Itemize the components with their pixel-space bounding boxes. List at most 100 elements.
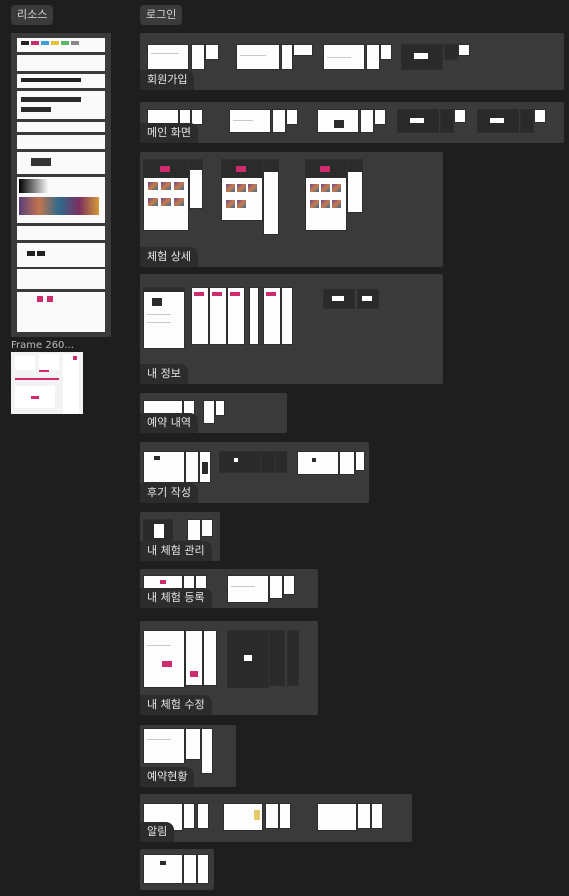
screen-thumbnail[interactable] [228, 288, 244, 344]
screen-thumbnail[interactable] [192, 288, 208, 344]
screen-thumbnail[interactable] [144, 452, 184, 482]
screen-thumbnail[interactable] [144, 855, 182, 883]
screen-thumbnail[interactable] [148, 45, 188, 69]
section-my-experience-manage[interactable]: 내 체험 관리 [140, 512, 220, 561]
section-title[interactable]: 회원가입 [140, 70, 195, 90]
screen-thumbnail[interactable] [324, 290, 354, 308]
screen-thumbnail[interactable] [287, 110, 297, 124]
screen-thumbnail[interactable] [264, 160, 278, 234]
screen-thumbnail[interactable] [459, 45, 469, 55]
screen-thumbnail[interactable] [216, 401, 224, 415]
screen-thumbnail[interactable] [204, 401, 214, 423]
screen-thumbnail[interactable] [186, 452, 198, 482]
screen-thumbnail[interactable] [186, 631, 202, 685]
screen-thumbnail[interactable] [381, 45, 391, 59]
screen-thumbnail[interactable] [222, 160, 262, 220]
screen-thumbnail[interactable] [144, 631, 184, 687]
screen-thumbnail[interactable] [198, 855, 208, 883]
screen-thumbnail[interactable] [361, 110, 373, 132]
screen-thumbnail[interactable] [228, 576, 268, 602]
screen-thumbnail[interactable] [228, 631, 268, 687]
screen-thumbnail[interactable] [184, 855, 196, 883]
screen-thumbnail[interactable] [200, 452, 210, 482]
screen-thumbnail[interactable] [276, 452, 286, 472]
screen-thumbnail[interactable] [264, 288, 280, 344]
screen-thumbnail[interactable] [184, 804, 194, 828]
section-my-info[interactable]: 내 정보 [140, 274, 443, 384]
screen-thumbnail[interactable] [237, 45, 279, 69]
screen-thumbnail[interactable] [478, 110, 518, 132]
section-title[interactable]: 내 체험 등록 [140, 588, 212, 608]
screen-thumbnail[interactable] [455, 110, 465, 122]
screen-thumbnail[interactable] [202, 729, 212, 773]
screen-thumbnail[interactable] [282, 288, 292, 344]
screen-thumbnail[interactable] [372, 804, 382, 828]
section-notification[interactable]: 알림 [140, 794, 412, 842]
screen-thumbnail[interactable] [441, 110, 453, 132]
screen-thumbnail[interactable] [206, 45, 218, 59]
section-experience-detail[interactable]: 체험 상세 [140, 152, 443, 267]
screen-thumbnail[interactable] [348, 160, 362, 212]
screen-thumbnail[interactable] [198, 804, 208, 828]
figma-canvas[interactable]: 리소스 Frame 260... 로그인 회원가입 메인 화면 체험 상세 내 … [0, 0, 569, 896]
screen-thumbnail[interactable] [358, 290, 378, 308]
screen-thumbnail[interactable] [270, 631, 284, 685]
resources-frame[interactable] [11, 33, 111, 337]
screen-thumbnail[interactable] [521, 110, 533, 132]
screen-thumbnail[interactable] [262, 452, 274, 472]
screen-thumbnail[interactable] [220, 452, 260, 472]
screen-thumbnail[interactable] [398, 110, 438, 132]
section-title[interactable]: 체험 상세 [140, 247, 198, 267]
section-review[interactable]: 후기 작성 [140, 442, 369, 503]
section-reservation-status[interactable]: 예약현황 [140, 725, 236, 787]
screen-thumbnail[interactable] [340, 452, 354, 474]
section-main-screen[interactable]: 메인 화면 [140, 102, 564, 143]
screen-thumbnail[interactable] [318, 804, 356, 830]
section-my-experience-edit[interactable]: 내 체험 수정 [140, 621, 318, 715]
screen-thumbnail[interactable] [298, 452, 338, 474]
screen-thumbnail[interactable] [375, 110, 385, 124]
screen-thumbnail[interactable] [306, 160, 346, 230]
screen-thumbnail[interactable] [144, 288, 184, 348]
screen-thumbnail[interactable] [402, 45, 442, 69]
screen-thumbnail[interactable] [202, 520, 212, 536]
screen-thumbnail[interactable] [204, 631, 216, 685]
resources-label[interactable]: 리소스 [11, 5, 54, 25]
screen-thumbnail[interactable] [192, 45, 204, 69]
screen-thumbnail[interactable] [144, 729, 184, 763]
screen-thumbnail[interactable] [318, 110, 358, 132]
section-signup[interactable]: 회원가입 [140, 33, 564, 90]
frame-260-thumbnail[interactable] [11, 352, 83, 414]
screen-thumbnail[interactable] [288, 631, 298, 685]
section-untitled[interactable] [140, 849, 214, 890]
screen-thumbnail[interactable] [266, 804, 278, 828]
screen-thumbnail[interactable] [144, 401, 182, 413]
screen-thumbnail[interactable] [192, 110, 202, 124]
screen-thumbnail[interactable] [445, 45, 457, 59]
screen-thumbnail[interactable] [284, 576, 294, 594]
screen-thumbnail[interactable] [324, 45, 364, 69]
screen-thumbnail[interactable] [367, 45, 379, 69]
screen-thumbnail[interactable] [273, 110, 285, 132]
section-title[interactable]: 예약현황 [140, 767, 195, 787]
screen-thumbnail[interactable] [270, 576, 282, 598]
screen-thumbnail[interactable] [294, 45, 312, 55]
section-title[interactable]: 내 체험 관리 [140, 541, 212, 561]
screen-thumbnail[interactable] [188, 520, 200, 540]
section-title[interactable]: 예약 내역 [140, 413, 198, 433]
screen-thumbnail[interactable] [144, 160, 188, 230]
screen-thumbnail[interactable] [230, 110, 270, 132]
login-label[interactable]: 로그인 [140, 5, 183, 25]
screen-thumbnail[interactable] [186, 729, 200, 759]
screen-thumbnail[interactable] [144, 520, 172, 540]
section-title[interactable]: 메인 화면 [140, 123, 198, 143]
section-title[interactable]: 알림 [140, 822, 175, 842]
section-title[interactable]: 내 체험 수정 [140, 695, 212, 715]
section-title[interactable]: 내 정보 [140, 364, 188, 384]
section-title[interactable]: 후기 작성 [140, 483, 198, 503]
screen-thumbnail[interactable] [535, 110, 545, 122]
frame-260-label[interactable]: Frame 260... [11, 340, 74, 352]
screen-thumbnail[interactable] [358, 804, 370, 828]
section-reservations[interactable]: 예약 내역 [140, 393, 287, 433]
screen-thumbnail[interactable] [280, 804, 290, 828]
